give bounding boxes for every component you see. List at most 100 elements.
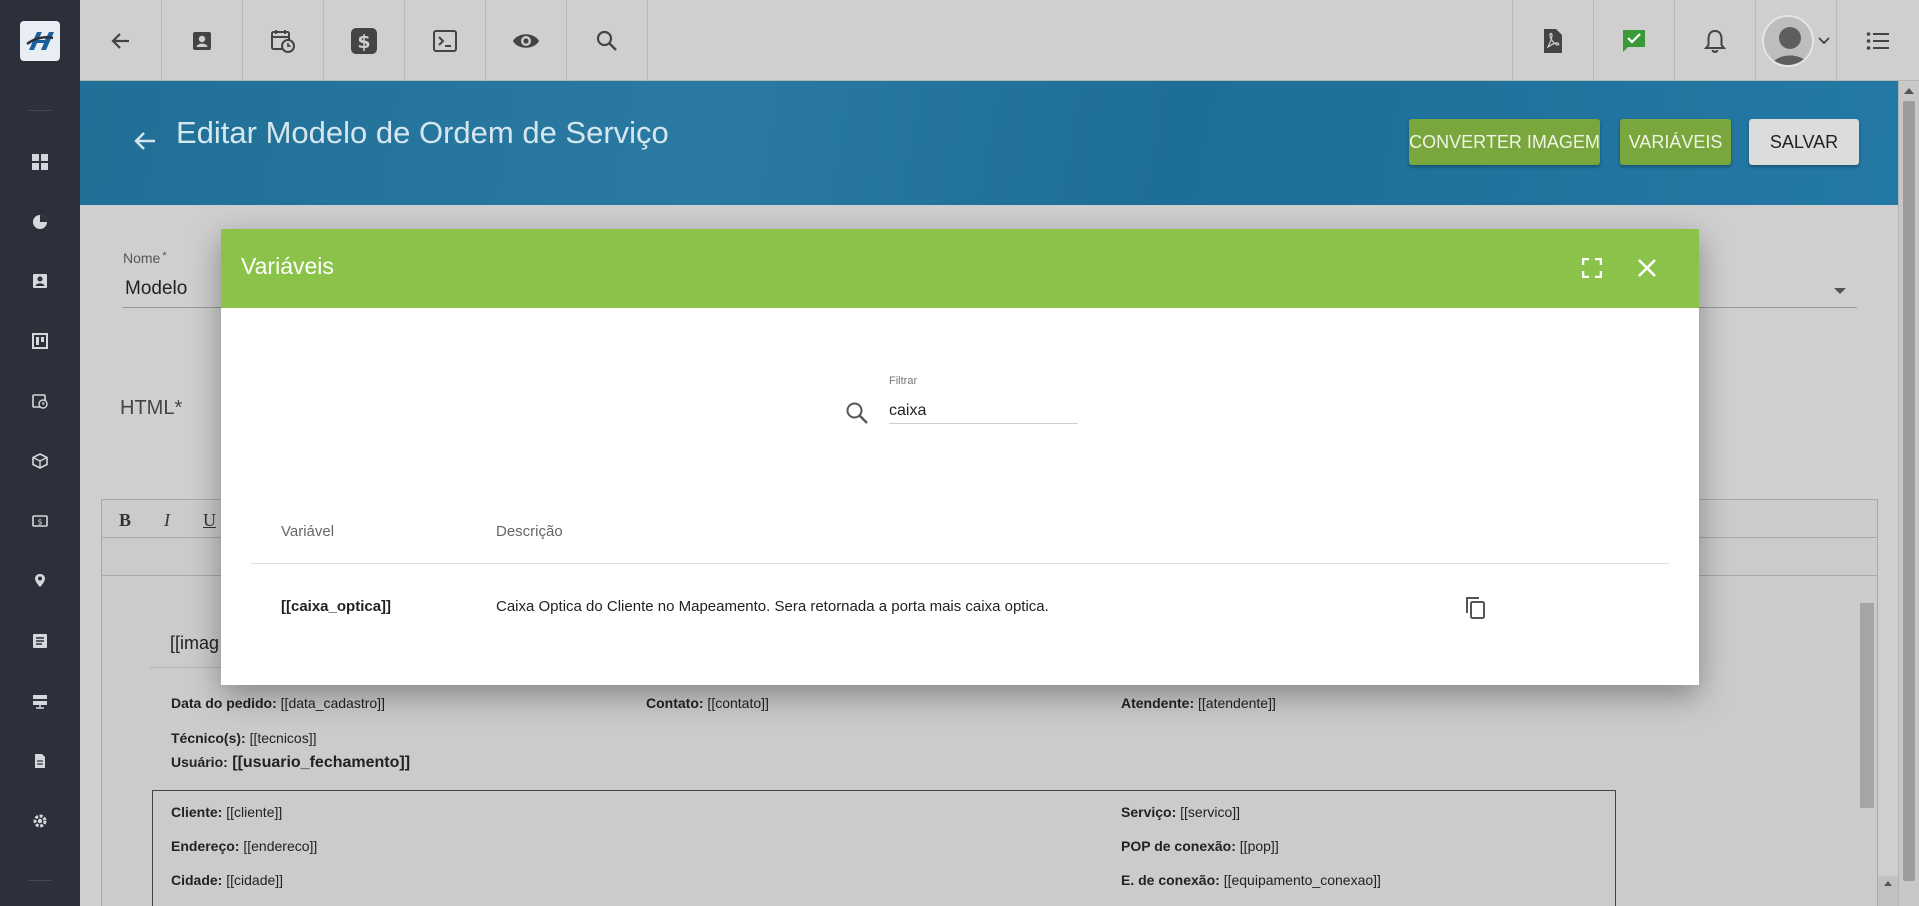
- editor-scrollbar[interactable]: [1878, 876, 1898, 906]
- chat-check-icon: [1623, 29, 1645, 52]
- variables-dialog: Variáveis Filtrar Variável Descrição [[c…: [221, 229, 1699, 685]
- file-icon: [35, 754, 45, 768]
- doc-field: Endereço: [[endereco]]: [171, 838, 318, 854]
- dialog-header: Variáveis: [221, 229, 1699, 308]
- svg-text:$: $: [357, 31, 370, 53]
- sidebar-item-clients[interactable]: [29, 270, 51, 292]
- sidebar-item-map[interactable]: [29, 570, 51, 592]
- search-icon: [846, 402, 868, 424]
- back-button[interactable]: [80, 0, 161, 81]
- variables-button[interactable]: VARIÁVEIS: [1620, 119, 1731, 165]
- main-menu-button[interactable]: [1837, 0, 1919, 81]
- save-button[interactable]: SALVAR: [1749, 119, 1859, 165]
- underline-button[interactable]: U: [203, 510, 216, 531]
- sidebar-item-reports[interactable]: [29, 211, 51, 233]
- sidebar-item-files[interactable]: [29, 750, 51, 772]
- grid-icon: [32, 154, 48, 170]
- variable-cell: [[caixa_optica]]: [281, 598, 392, 615]
- page-scrollbar[interactable]: [1898, 81, 1919, 906]
- fullscreen-icon: [1582, 258, 1602, 278]
- chevron-down-icon: [1818, 36, 1830, 44]
- scroll-up-icon: [1884, 881, 1892, 886]
- copy-button[interactable]: [1462, 594, 1488, 622]
- tasks-button[interactable]: [1594, 0, 1674, 81]
- list-doc-icon: [33, 634, 47, 648]
- sidebar: $: [0, 0, 80, 906]
- search-button[interactable]: [567, 0, 647, 81]
- svg-text:$: $: [37, 518, 42, 527]
- dollar-icon: $: [351, 27, 377, 54]
- server-icon: [33, 695, 47, 709]
- doc-field: Atendente: [[atendente]]: [1121, 695, 1276, 711]
- header-back-button[interactable]: [130, 126, 160, 156]
- doc-field: Técnico(s): [[tecnicos]]: [171, 730, 317, 746]
- fullscreen-button[interactable]: [1577, 253, 1607, 283]
- sidebar-item-documents[interactable]: [29, 630, 51, 652]
- doc-field: Usuário: [[usuario_fechamento]]: [171, 754, 411, 771]
- calendar-clock-icon: [32, 394, 48, 409]
- app-window: $ $ Editar Modelo de Ordem de Serviço CO…: [0, 0, 1919, 906]
- user-menu-button[interactable]: [1756, 0, 1836, 81]
- finance-button[interactable]: $: [324, 0, 404, 81]
- sidebar-item-finance[interactable]: $: [29, 510, 51, 532]
- column-header-description: Descrição: [496, 523, 563, 540]
- doc-field: Contato: [[contato]]: [646, 695, 769, 711]
- convert-image-button[interactable]: CONVERTER IMAGEM: [1409, 119, 1600, 165]
- close-icon: [1638, 259, 1656, 277]
- eye-icon: [513, 33, 539, 48]
- page-title: Editar Modelo de Ordem de Serviço: [176, 115, 669, 150]
- gear-icon: [33, 814, 47, 828]
- contact-card-icon: [33, 274, 47, 288]
- sidebar-item-dashboard[interactable]: [29, 151, 51, 173]
- sidebar-divider: [28, 110, 52, 111]
- sidebar-item-board[interactable]: [29, 330, 51, 352]
- contact-card-icon: [193, 31, 211, 50]
- arrow-back-icon: [134, 132, 155, 150]
- copy-icon: [1466, 597, 1485, 619]
- doc-field: Data do pedido: [[data_cadastro]]: [171, 695, 385, 711]
- pie-chart-icon: [33, 215, 47, 229]
- notifications-button[interactable]: [1675, 0, 1755, 81]
- list-menu-icon: [1866, 31, 1889, 50]
- italic-button[interactable]: I: [164, 510, 170, 531]
- close-button[interactable]: [1632, 253, 1662, 283]
- pdf-button[interactable]: [1513, 0, 1593, 81]
- name-field-label: Nome *: [123, 250, 167, 266]
- top-toolbar: $: [80, 0, 1919, 81]
- search-icon: [596, 30, 617, 51]
- page-header: Editar Modelo de Ordem de Serviço CONVER…: [80, 81, 1900, 205]
- name-field[interactable]: Modelo: [125, 278, 187, 300]
- chevron-down-icon[interactable]: [1833, 287, 1847, 295]
- terminal-icon: [433, 29, 457, 52]
- bold-button[interactable]: B: [119, 510, 131, 531]
- arrow-back-icon: [110, 32, 129, 49]
- kanban-icon: [32, 333, 48, 349]
- editor-scroll-thumb[interactable]: [1860, 603, 1874, 808]
- sidebar-item-network[interactable]: [29, 690, 51, 712]
- sidebar-item-schedule[interactable]: [29, 390, 51, 412]
- html-label: HTML*: [120, 397, 183, 419]
- page-scroll-thumb[interactable]: [1903, 101, 1915, 881]
- filter-label: Filtrar: [889, 375, 918, 387]
- filter-input[interactable]: [889, 398, 1078, 424]
- pdf-icon: [1544, 28, 1562, 53]
- description-cell: Caixa Optica do Cliente no Mapeamento. S…: [496, 598, 1049, 615]
- sidebar-item-settings[interactable]: [29, 810, 51, 832]
- logo-mark: [20, 20, 60, 61]
- doc-field: E. de conexão: [[equipamento_conexao]]: [1121, 872, 1381, 888]
- table-header-divider: [251, 563, 1669, 564]
- sidebar-divider: [28, 880, 52, 881]
- logo[interactable]: [0, 0, 80, 81]
- doc-field: Cliente: [[cliente]]: [171, 804, 283, 820]
- sidebar-item-inventory[interactable]: [29, 450, 51, 472]
- doc-image-variable: [[imag: [170, 633, 220, 653]
- clients-button[interactable]: [162, 0, 242, 81]
- column-header-variable: Variável: [281, 523, 335, 540]
- calendar-clock-icon: [271, 29, 295, 53]
- scroll-up-icon: [1904, 88, 1914, 94]
- schedule-button[interactable]: [243, 0, 323, 81]
- terminal-button[interactable]: [405, 0, 485, 81]
- preview-button[interactable]: [486, 0, 566, 81]
- dialog-title: Variáveis: [241, 253, 334, 279]
- box-icon: [32, 453, 48, 469]
